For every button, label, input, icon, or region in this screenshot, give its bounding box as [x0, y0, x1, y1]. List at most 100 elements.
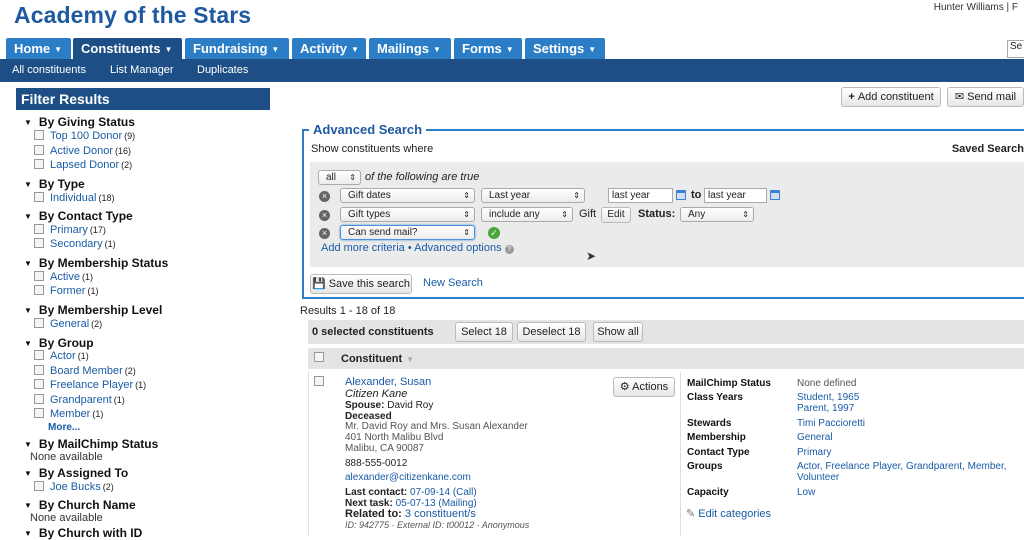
saved-search-link[interactable]: Saved Search [952, 143, 1024, 155]
filter-item-active-donor[interactable]: Active Donor (16) [34, 145, 131, 157]
checkbox[interactable] [34, 350, 44, 360]
filter-group-membership-level[interactable]: ▼ By Membership Level [24, 303, 162, 317]
actions-button[interactable]: ⚙ Actions [613, 377, 675, 397]
checkbox[interactable] [34, 318, 44, 328]
filter-item-general[interactable]: General (2) [34, 318, 102, 330]
filter-group-assigned-to[interactable]: ▼ By Assigned To [24, 466, 128, 480]
show-all-button[interactable]: Show all [593, 322, 643, 342]
filter-group-church-id[interactable]: ▼ By Church with ID [24, 526, 142, 540]
checkbox[interactable] [34, 285, 44, 295]
calendar-icon[interactable] [770, 190, 780, 200]
checkbox[interactable] [314, 352, 324, 362]
filter-item-top-100-donor[interactable]: Top 100 Donor (9) [34, 130, 135, 142]
select-all-checkbox[interactable] [314, 352, 330, 364]
checkbox[interactable] [34, 130, 44, 140]
tab-activity[interactable]: Activity ▼ [292, 38, 366, 59]
column-constituent[interactable]: Constituent ▼ [341, 353, 414, 365]
deselect-all-button[interactable]: Deselect 18 [517, 322, 586, 342]
filter-item-freelance-player[interactable]: Freelance Player (1) [34, 379, 146, 391]
filter-group-church-name[interactable]: ▼ By Church Name [24, 498, 136, 512]
constituent-name-link[interactable]: Alexander, Susan [345, 376, 431, 388]
filter-count: (1) [77, 351, 89, 361]
add-more-criteria-link[interactable]: Add more criteria [321, 242, 405, 254]
help-icon[interactable]: ? [504, 245, 514, 254]
remove-criteria-icon[interactable]: × [319, 228, 330, 239]
criteria-operator-select[interactable]: Last year ⇕ [481, 188, 585, 203]
checkbox[interactable] [34, 145, 44, 155]
advanced-options-link[interactable]: Advanced options [414, 242, 501, 254]
filter-item-joe-bucks[interactable]: Joe Bucks (2) [34, 481, 114, 493]
filter-group-membership-status[interactable]: ▼ By Membership Status [24, 256, 168, 270]
groups-link[interactable]: Actor, Freelance Player, Grandparent, Me… [797, 461, 1007, 472]
last-contact-link[interactable]: 07-09-14 (Call) [410, 487, 477, 498]
checkbox[interactable] [34, 365, 44, 375]
status-select[interactable]: Any ⇕ [680, 207, 754, 222]
filter-item-actor[interactable]: Actor (1) [34, 350, 89, 362]
match-select[interactable]: all ⇕ [318, 170, 361, 185]
filter-item-former[interactable]: Former (1) [34, 285, 98, 297]
filter-group-contact-type[interactable]: ▼ By Contact Type [24, 209, 133, 223]
checkbox[interactable] [34, 394, 44, 404]
send-mail-button[interactable]: ✉ Send mail [947, 87, 1024, 107]
subnav-duplicates[interactable]: Duplicates [197, 64, 248, 76]
checkbox[interactable] [34, 481, 44, 491]
criteria-operator-select[interactable]: include any ⇕ [481, 207, 573, 222]
filter-group-giving-status[interactable]: ▼ By Giving Status [24, 115, 135, 129]
filter-item-individual[interactable]: Individual (18) [34, 192, 115, 204]
filter-more-link[interactable]: More... [48, 422, 80, 433]
stewards-link[interactable]: Timi Paccioretti [797, 418, 865, 429]
filter-item-board-member[interactable]: Board Member (2) [34, 365, 136, 377]
filter-group-mailchimp[interactable]: ▼ By MailChimp Status [24, 437, 158, 451]
calendar-icon[interactable] [676, 190, 686, 200]
row-checkbox[interactable] [314, 376, 330, 388]
criteria-field-select[interactable]: Gift types ⇕ [340, 207, 475, 222]
filter-item-lapsed-donor[interactable]: Lapsed Donor (2) [34, 159, 132, 171]
membership-link[interactable]: General [797, 432, 833, 443]
related-link[interactable]: 3 constituent/s [405, 508, 476, 520]
email-link[interactable]: alexander@citizenkane.com [345, 472, 471, 483]
checkbox[interactable] [34, 379, 44, 389]
checkbox[interactable] [34, 408, 44, 418]
checkbox[interactable] [34, 238, 44, 248]
subnav-list-manager[interactable]: List Manager [110, 64, 174, 76]
criteria-field-select[interactable]: Can send mail? ⇕ [340, 225, 475, 240]
checkbox[interactable] [34, 224, 44, 234]
date-to-input[interactable]: last year [704, 188, 767, 203]
edit-categories-link[interactable]: ✎ Edit categories [686, 507, 771, 520]
new-search-link[interactable]: New Search [423, 277, 483, 289]
checkmark-icon[interactable]: ✓ [488, 227, 500, 239]
save-search-button[interactable]: 💾 Save this search [310, 274, 412, 294]
remove-criteria-icon[interactable]: × [319, 191, 330, 202]
filter-group-type[interactable]: ▼ By Type [24, 177, 85, 191]
filter-item-primary[interactable]: Primary (17) [34, 224, 106, 236]
class-year-link[interactable]: Parent, 1997 [797, 403, 854, 414]
filter-item-secondary[interactable]: Secondary (1) [34, 238, 116, 250]
remove-criteria-icon[interactable]: × [319, 210, 330, 221]
tab-mailings[interactable]: Mailings ▼ [369, 38, 451, 59]
date-from-input[interactable]: last year [608, 188, 673, 203]
filter-item-active[interactable]: Active (1) [34, 271, 93, 283]
edit-gift-button[interactable]: Edit [601, 207, 631, 223]
capacity-link[interactable]: Low [797, 487, 815, 498]
contact-type-link[interactable]: Primary [797, 447, 831, 458]
user-name[interactable]: Hunter Williams | F [934, 2, 1018, 13]
criteria-field-select[interactable]: Gift dates ⇕ [340, 188, 475, 203]
filter-group-group[interactable]: ▼ By Group [24, 336, 94, 350]
filter-item-grandparent[interactable]: Grandparent (1) [34, 394, 125, 406]
tab-constituents[interactable]: Constituents ▼ [73, 38, 182, 59]
tab-home[interactable]: Home ▼ [6, 38, 71, 59]
tab-settings[interactable]: Settings ▼ [525, 38, 605, 59]
search-input[interactable]: Se [1007, 40, 1024, 58]
class-year-link[interactable]: Student, 1965 [797, 392, 859, 403]
groups-link[interactable]: Volunteer [797, 472, 839, 483]
checkbox[interactable] [314, 376, 324, 386]
subnav-all-constituents[interactable]: All constituents [12, 64, 86, 76]
tab-forms[interactable]: Forms ▼ [454, 38, 522, 59]
select-all-button[interactable]: Select 18 [455, 322, 513, 342]
checkbox[interactable] [34, 192, 44, 202]
tab-fundraising[interactable]: Fundraising ▼ [185, 38, 289, 59]
filter-item-member[interactable]: Member (1) [34, 408, 103, 420]
checkbox[interactable] [34, 159, 44, 169]
checkbox[interactable] [34, 271, 44, 281]
add-constituent-button[interactable]: + Add constituent [841, 87, 941, 107]
